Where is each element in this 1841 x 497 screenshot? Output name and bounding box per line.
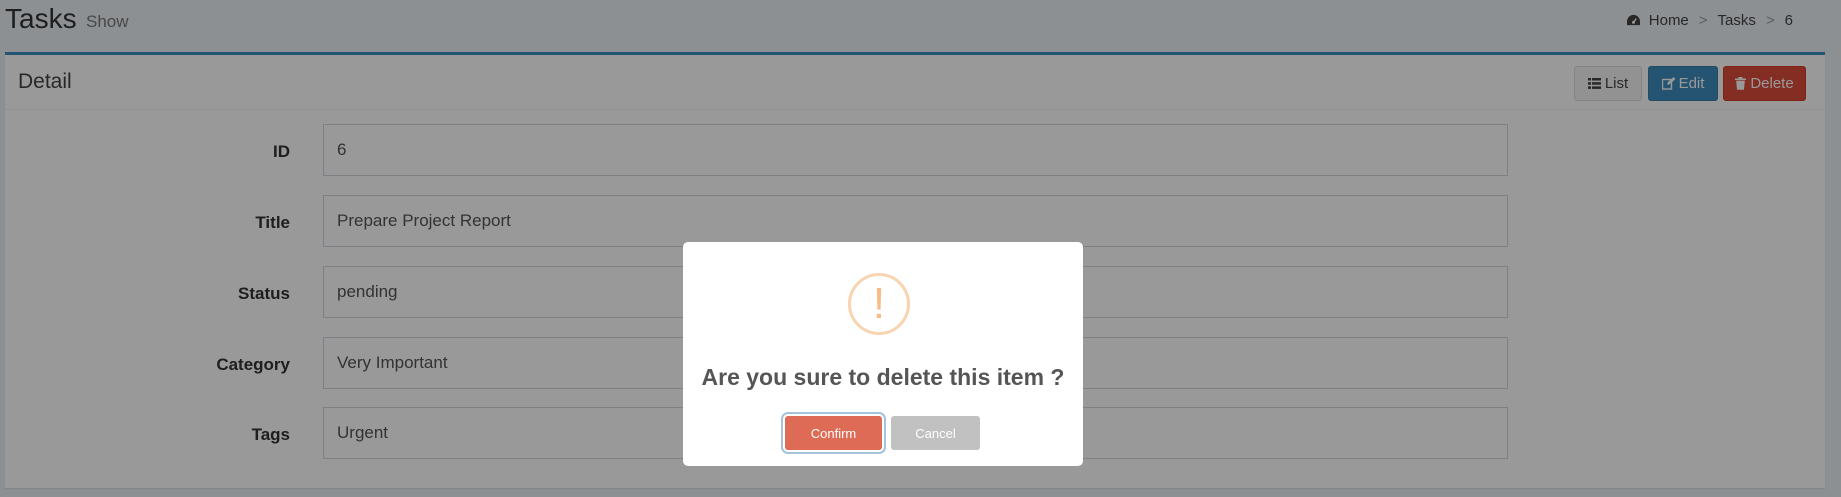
confirm-button[interactable]: Confirm [785, 416, 882, 450]
warning-icon: ! [848, 273, 910, 335]
cancel-button[interactable]: Cancel [891, 416, 980, 450]
modal-overlay[interactable]: ! Are you sure to delete this item ? Con… [0, 0, 1841, 497]
dialog-message: Are you sure to delete this item ? [701, 364, 1065, 390]
confirm-dialog: ! Are you sure to delete this item ? Con… [683, 242, 1083, 466]
